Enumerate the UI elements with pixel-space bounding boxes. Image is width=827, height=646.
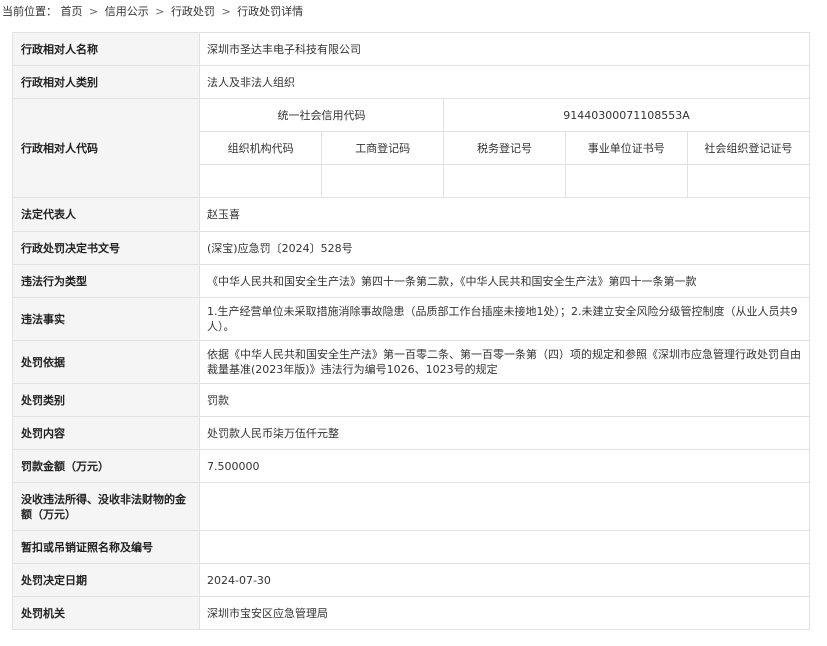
table-row: 行政相对人代码 统一社会信用代码 91440300071108553A 组织机构… bbox=[12, 98, 810, 198]
table-row bbox=[200, 164, 809, 197]
penalty-type-value: 罚款 bbox=[199, 383, 810, 417]
party-name-label: 行政相对人名称 bbox=[12, 32, 200, 66]
penalty-type-label: 处罚类别 bbox=[12, 383, 200, 417]
breadcrumb-separator: > bbox=[221, 5, 231, 18]
license-label: 暂扣或吊销证照名称及编号 bbox=[12, 530, 200, 564]
institution-cert-value bbox=[564, 164, 688, 197]
legal-rep-label: 法定代表人 bbox=[12, 197, 200, 232]
table-row: 处罚类别 罚款 bbox=[12, 383, 810, 417]
decision-date-value: 2024-07-30 bbox=[199, 563, 810, 597]
violation-type-label: 违法行为类型 bbox=[12, 264, 200, 298]
institution-cert-header: 事业单位证书号 bbox=[564, 131, 688, 165]
confiscation-label: 没收违法所得、没收非法财物的金额（万元） bbox=[12, 482, 200, 531]
table-row: 处罚内容 处罚款人民币柒万伍仟元整 bbox=[12, 416, 810, 450]
business-reg-header: 工商登记码 bbox=[321, 131, 445, 165]
authority-value: 深圳市宝安区应急管理局 bbox=[199, 596, 810, 630]
facts-label: 违法事实 bbox=[12, 297, 200, 341]
table-row: 法定代表人 赵玉喜 bbox=[12, 197, 810, 232]
breadcrumb-prefix: 当前位置： bbox=[2, 5, 57, 18]
table-row: 违法行为类型 《中华人民共和国安全生产法》第四十一条第二款，《中华人民共和国安全… bbox=[12, 264, 810, 298]
breadcrumb: 当前位置： 首页 > 信用公示 > 行政处罚 > 行政处罚详情 bbox=[2, 4, 303, 20]
table-row: 没收违法所得、没收非法财物的金额（万元） bbox=[12, 482, 810, 531]
breadcrumb-home-link[interactable]: 首页 bbox=[61, 5, 83, 18]
party-type-value: 法人及非法人组织 bbox=[199, 65, 810, 99]
breadcrumb-current: 行政处罚详情 bbox=[237, 5, 304, 18]
confiscation-value bbox=[199, 482, 810, 531]
party-code-label: 行政相对人代码 bbox=[12, 98, 200, 198]
authority-label: 处罚机关 bbox=[12, 596, 200, 630]
decision-no-label: 行政处罚决定书文号 bbox=[12, 231, 200, 265]
violation-type-value: 《中华人民共和国安全生产法》第四十一条第二款，《中华人民共和国安全生产法》第四十… bbox=[199, 264, 810, 298]
party-code-table: 统一社会信用代码 91440300071108553A 组织机构代码 工商登记码… bbox=[200, 99, 809, 197]
penalty-content-label: 处罚内容 bbox=[12, 416, 200, 450]
social-org-value bbox=[686, 164, 809, 197]
penalty-content-value: 处罚款人民币柒万伍仟元整 bbox=[199, 416, 810, 450]
decision-date-label: 处罚决定日期 bbox=[12, 563, 200, 597]
business-reg-value bbox=[321, 164, 445, 197]
party-code-cell: 统一社会信用代码 91440300071108553A 组织机构代码 工商登记码… bbox=[199, 98, 810, 198]
table-row: 行政相对人名称 深圳市圣达丰电子科技有限公司 bbox=[12, 32, 810, 66]
breadcrumb-separator: > bbox=[155, 5, 165, 18]
table-row: 罚款金额（万元） 7.500000 bbox=[12, 449, 810, 483]
table-row: 行政处罚决定书文号 (深宝)应急罚〔2024〕528号 bbox=[12, 231, 810, 265]
social-org-header: 社会组织登记证号 bbox=[686, 131, 809, 165]
fine-value: 7.500000 bbox=[199, 449, 810, 483]
party-name-value: 深圳市圣达丰电子科技有限公司 bbox=[199, 32, 810, 66]
credit-code-value: 91440300071108553A bbox=[443, 99, 809, 132]
basis-label: 处罚依据 bbox=[12, 340, 200, 384]
table-row: 统一社会信用代码 91440300071108553A bbox=[200, 99, 809, 132]
table-row: 处罚依据 依据《中华人民共和国安全生产法》第一百零二条、第一百零一条第（四）项的… bbox=[12, 340, 810, 384]
table-row: 行政相对人类别 法人及非法人组织 bbox=[12, 65, 810, 99]
table-row: 处罚机关 深圳市宝安区应急管理局 bbox=[12, 596, 810, 630]
decision-no-value: (深宝)应急罚〔2024〕528号 bbox=[199, 231, 810, 265]
credit-code-header: 统一社会信用代码 bbox=[200, 99, 445, 132]
table-row: 处罚决定日期 2024-07-30 bbox=[12, 563, 810, 597]
license-value bbox=[199, 530, 810, 564]
table-row: 暂扣或吊销证照名称及编号 bbox=[12, 530, 810, 564]
basis-value: 依据《中华人民共和国安全生产法》第一百零二条、第一百零一条第（四）项的规定和参照… bbox=[199, 340, 810, 384]
org-code-value bbox=[200, 164, 323, 197]
tax-reg-value bbox=[443, 164, 566, 197]
facts-value: 1.生产经营单位未采取措施消除事故隐患（品质部工作台插座未接地1处）；2.未建立… bbox=[199, 297, 810, 341]
penalty-detail-table: 行政相对人名称 深圳市圣达丰电子科技有限公司 行政相对人类别 法人及非法人组织 … bbox=[12, 32, 810, 630]
org-code-header: 组织机构代码 bbox=[200, 131, 323, 165]
table-row: 违法事实 1.生产经营单位未采取措施消除事故隐患（品质部工作台插座未接地1处）；… bbox=[12, 297, 810, 341]
breadcrumb-penalty-link[interactable]: 行政处罚 bbox=[171, 5, 215, 18]
table-row: 组织机构代码 工商登记码 税务登记号 事业单位证书号 社会组织登记证号 bbox=[200, 131, 809, 165]
tax-reg-header: 税务登记号 bbox=[443, 131, 566, 165]
party-type-label: 行政相对人类别 bbox=[12, 65, 200, 99]
breadcrumb-credit-link[interactable]: 信用公示 bbox=[105, 5, 149, 18]
breadcrumb-separator: > bbox=[89, 5, 99, 18]
fine-label: 罚款金额（万元） bbox=[12, 449, 200, 483]
legal-rep-value: 赵玉喜 bbox=[199, 197, 810, 232]
